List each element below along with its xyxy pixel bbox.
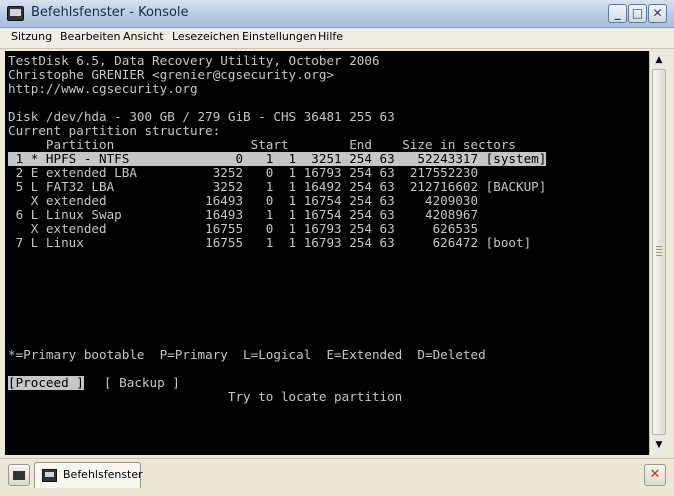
partition-row[interactable]: 7 L Linux 16755 1 1 16793 254 63 626472 …: [8, 236, 532, 250]
menu-bar: Sitzung Bearbeiten Ansicht Lesezeichen E…: [0, 28, 674, 49]
proceed-button[interactable]: [Proceed ]: [8, 376, 84, 390]
title-bar: Befehlsfenster - Konsole _ □ ✕: [0, 0, 674, 28]
konsole-icon: [42, 469, 57, 482]
minimize-button[interactable]: _: [608, 4, 627, 23]
close-button[interactable]: ✕: [648, 4, 667, 23]
new-session-button[interactable]: [8, 464, 30, 486]
partition-table-header: Partition Start End Size in sectors: [8, 137, 516, 152]
terminal-line: Disk /dev/hda - 300 GB / 279 GiB - CHS 3…: [8, 109, 395, 124]
window-title: Befehlsfenster - Konsole: [31, 5, 189, 20]
scroll-down-arrow-icon[interactable]: ▼: [652, 438, 666, 452]
menu-bearbeiten[interactable]: Bearbeiten: [60, 30, 120, 43]
menu-lesezeichen[interactable]: Lesezeichen: [172, 30, 240, 43]
session-tab-bar: Befehlsfenster ✕: [0, 458, 674, 496]
menu-hilfe[interactable]: Hilfe: [318, 30, 343, 43]
partition-row[interactable]: 5 L FAT32 LBA 3252 1 1 16492 254 63 2127…: [8, 180, 547, 194]
close-session-button[interactable]: ✕: [644, 464, 666, 486]
partition-legend: *=Primary bootable P=Primary L=Logical E…: [8, 347, 486, 362]
partition-row[interactable]: X extended 16755 0 1 16793 254 63 626535: [8, 222, 478, 236]
menu-ansicht[interactable]: Ansicht: [123, 30, 164, 43]
terminal-output[interactable]: TestDisk 6.5, Data Recovery Utility, Oct…: [5, 51, 649, 455]
scrollbar-grip: [656, 246, 662, 258]
maximize-button[interactable]: □: [628, 4, 647, 23]
backup-button[interactable]: [ Backup ]: [104, 376, 180, 390]
vertical-scrollbar[interactable]: ▲ ▼: [649, 51, 667, 455]
status-hint: Try to locate partition: [8, 389, 403, 404]
tab-befehlsfenster[interactable]: Befehlsfenster: [34, 462, 143, 488]
partition-row[interactable]: 2 E extended LBA 3252 0 1 16793 254 63 2…: [8, 166, 479, 180]
scroll-up-arrow-icon[interactable]: ▲: [652, 53, 666, 67]
terminal-line: TestDisk 6.5, Data Recovery Utility, Oct…: [8, 53, 380, 68]
terminal-line: http://www.cgsecurity.org: [8, 81, 198, 96]
terminal-line: Current partition structure:: [8, 123, 221, 138]
partition-row-selected[interactable]: 1 * HPFS - NTFS 0 1 1 3251 254 63 522433…: [8, 152, 547, 166]
tab-label: Befehlsfenster: [63, 468, 143, 481]
menu-einstellungen[interactable]: Einstellungen: [242, 30, 317, 43]
partition-row[interactable]: 6 L Linux Swap 16493 1 1 16754 254 63 42…: [8, 208, 479, 222]
konsole-app-icon: [7, 6, 24, 21]
terminal-line: Christophe GRENIER <grenier@cgsecurity.o…: [8, 67, 335, 82]
menu-sitzung[interactable]: Sitzung: [11, 30, 52, 43]
partition-row[interactable]: X extended 16493 0 1 16754 254 63 420903…: [8, 194, 478, 208]
scrollbar-thumb[interactable]: [652, 69, 666, 435]
